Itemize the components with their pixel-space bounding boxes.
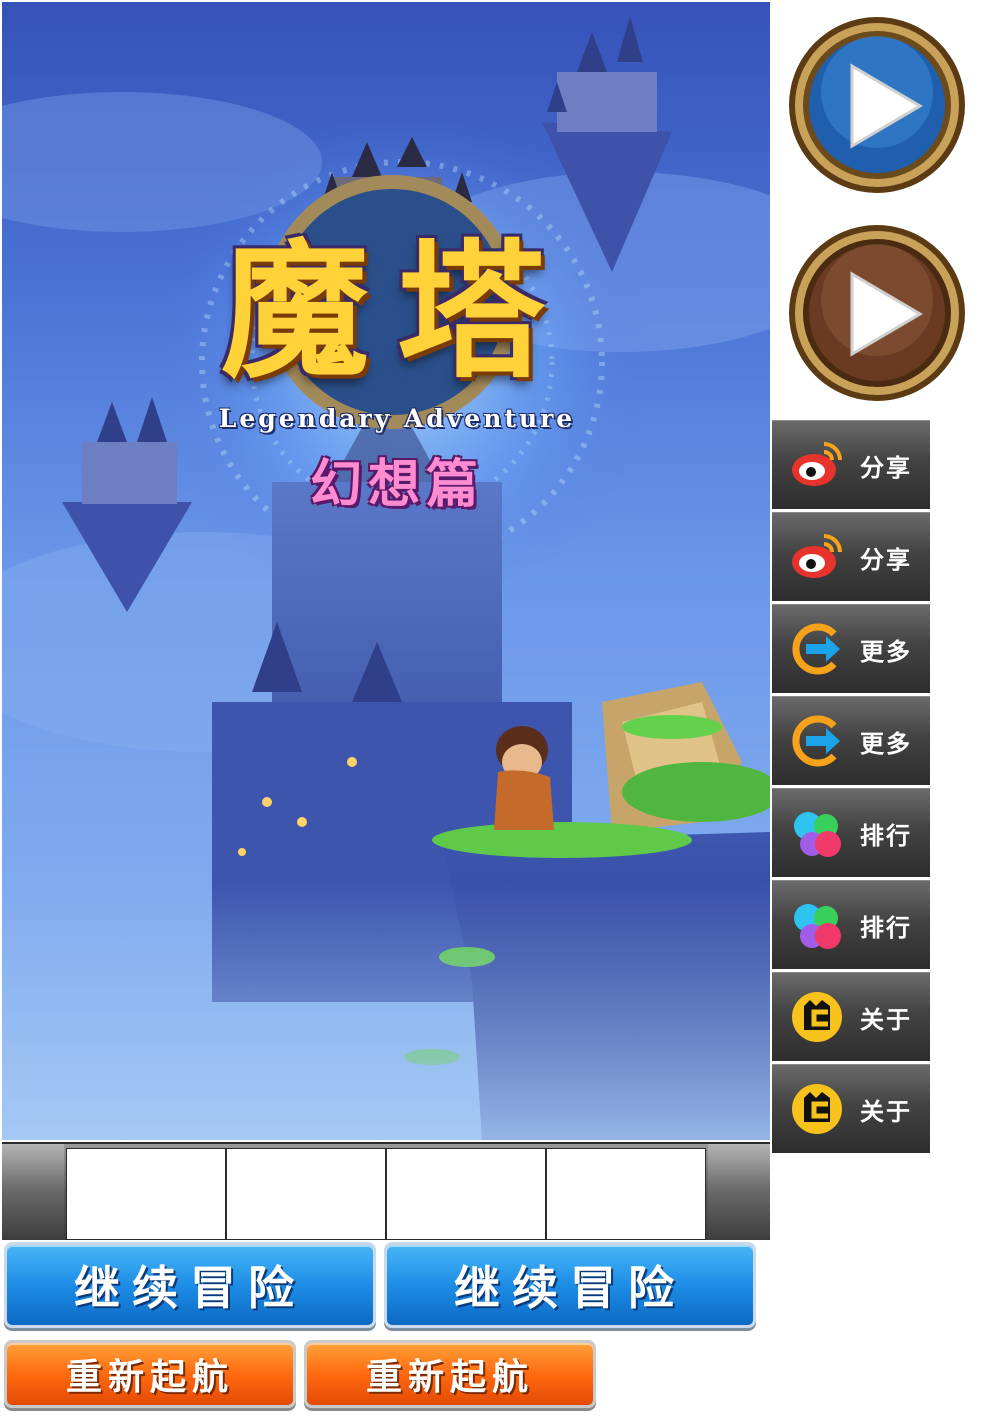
cat-face-icon: [792, 1084, 842, 1134]
gamecenter-bubbles-icon: [794, 812, 841, 857]
scroll-left-handle[interactable]: [2, 1144, 64, 1240]
more-label: 更多: [860, 637, 912, 666]
scroll-right-handle[interactable]: [708, 1144, 770, 1240]
play-button-blue[interactable]: [786, 14, 968, 196]
more-label: 更多: [860, 729, 912, 758]
share-button[interactable]: 分享: [772, 420, 930, 509]
continue-adventure-button[interactable]: 继续冒险: [4, 1242, 376, 1328]
leaderboard-label: 排行: [860, 913, 912, 942]
more-button[interactable]: 更多: [772, 604, 930, 693]
share-button-pressed[interactable]: 分享: [772, 512, 930, 601]
continue-adventure-button-pressed[interactable]: 继续冒险: [384, 1242, 756, 1328]
leaderboard-label: 排行: [860, 821, 912, 850]
leaderboard-button-pressed[interactable]: 排行: [772, 880, 930, 969]
game-logo: 魔塔 Legendary Adventure 幻想篇: [202, 142, 592, 522]
share-label: 分享: [860, 545, 912, 574]
title-screen-artwork: 魔塔 Legendary Adventure 幻想篇: [2, 2, 770, 1140]
leaderboard-button[interactable]: 排行: [772, 788, 930, 877]
about-button[interactable]: 关于: [772, 972, 930, 1061]
logo-title: 魔塔: [221, 226, 573, 398]
logo-subtitle-english: Legendary Adventure: [218, 404, 576, 433]
gamecenter-bubbles-icon: [794, 904, 841, 949]
play-icon: [789, 17, 965, 193]
play-button-brown[interactable]: [786, 222, 968, 404]
weibo-icon: [792, 442, 842, 486]
item-slot-1[interactable]: [66, 1148, 226, 1240]
more-arrow-icon: [792, 715, 840, 767]
logo-subtitle-chinese: 幻想篇: [309, 455, 484, 515]
play-icon: [789, 225, 965, 401]
more-arrow-icon: [792, 623, 840, 675]
restart-button[interactable]: 重新起航: [4, 1340, 296, 1408]
restart-button-pressed[interactable]: 重新起航: [304, 1340, 596, 1408]
item-slot-4[interactable]: [546, 1148, 706, 1240]
item-slot-bar: [2, 1142, 770, 1240]
item-slot-2[interactable]: [226, 1148, 386, 1240]
about-label: 关于: [860, 1005, 912, 1034]
about-label: 关于: [860, 1097, 912, 1126]
cat-face-icon: [792, 992, 842, 1042]
weibo-icon: [792, 534, 842, 578]
more-button-pressed[interactable]: 更多: [772, 696, 930, 785]
item-slot-3[interactable]: [386, 1148, 546, 1240]
share-label: 分享: [860, 453, 912, 482]
about-button-pressed[interactable]: 关于: [772, 1064, 930, 1153]
